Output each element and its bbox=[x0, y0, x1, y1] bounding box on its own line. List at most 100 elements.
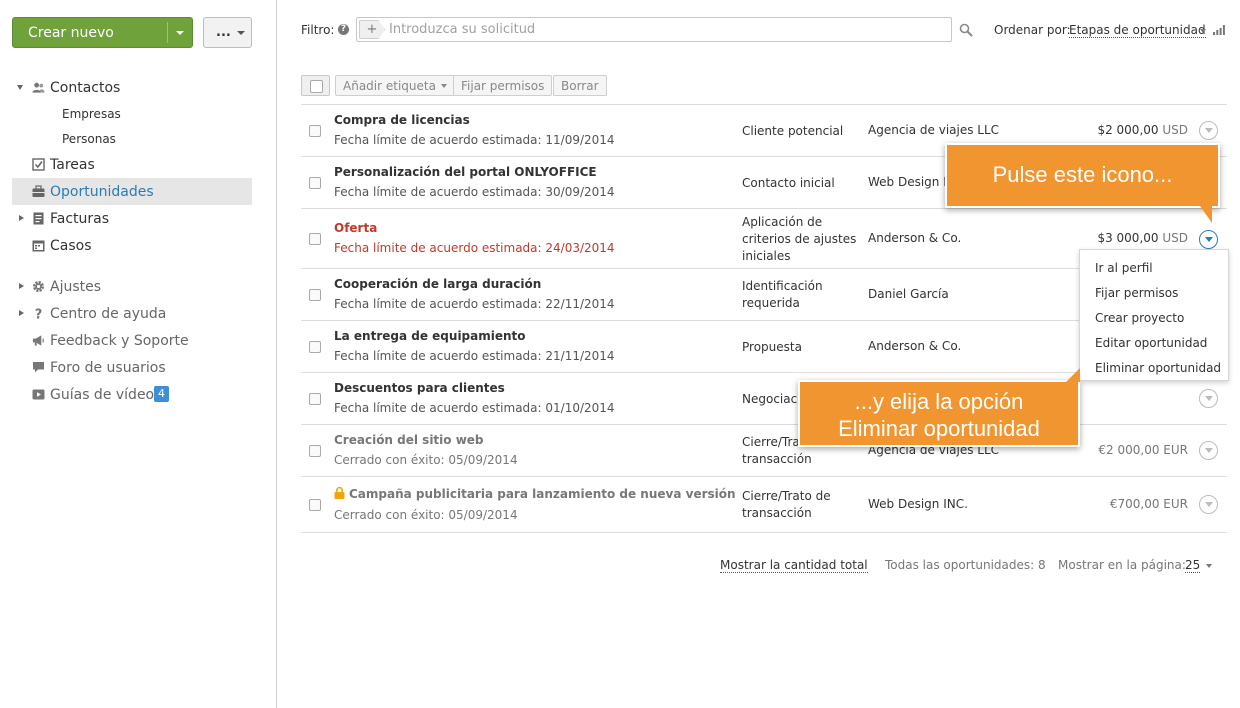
opportunity-stage: Cliente potencial bbox=[742, 124, 844, 138]
sort-order-icon[interactable] bbox=[1213, 25, 1225, 35]
select-all-checkbox[interactable] bbox=[301, 75, 330, 96]
search-input[interactable] bbox=[389, 21, 939, 38]
search-icon[interactable] bbox=[959, 23, 973, 37]
row-menu-icon[interactable] bbox=[1199, 495, 1218, 514]
expand-arrow-icon[interactable] bbox=[17, 85, 23, 90]
opportunity-contact[interactable]: Web Design INC. bbox=[868, 497, 968, 511]
sidebar-item-label: Foro de usuarios bbox=[50, 359, 166, 376]
expand-arrow-icon[interactable] bbox=[19, 310, 24, 316]
expand-arrow-icon[interactable] bbox=[19, 283, 24, 289]
row-checkbox[interactable] bbox=[309, 233, 321, 245]
delete-button[interactable]: Borrar bbox=[553, 75, 607, 96]
sidebar-item-oportunidades[interactable]: Oportunidades bbox=[12, 178, 252, 205]
tasks-icon bbox=[32, 158, 45, 171]
opportunity-deadline: Cerrado con éxito: 05/09/2014 bbox=[334, 453, 518, 467]
svg-text:?: ? bbox=[35, 308, 43, 321]
per-page-select[interactable]: 25 bbox=[1185, 558, 1201, 573]
opportunity-contact[interactable]: Web Design I bbox=[868, 175, 947, 189]
tutorial-callout-choose-option: ...y elija la opción Eliminar oportunida… bbox=[798, 368, 1080, 447]
opportunity-title[interactable]: Compra de licencias bbox=[334, 113, 470, 127]
opportunity-amount: €700,00 EUR bbox=[1109, 497, 1188, 511]
opportunity-title[interactable]: Creación del sitio web bbox=[334, 433, 484, 447]
expand-arrow-icon[interactable] bbox=[19, 215, 24, 221]
search-box: + bbox=[356, 17, 952, 42]
sidebar-item-feedback[interactable]: Feedback y Soporte bbox=[12, 327, 252, 354]
menu-item-editar-oportunidad[interactable]: Editar oportunidad bbox=[1080, 330, 1228, 355]
table-row[interactable]: Campaña publicitaria para lanzamiento de… bbox=[301, 477, 1227, 533]
opportunity-contact[interactable]: Anderson & Co. bbox=[868, 339, 961, 353]
sidebar-item-foro[interactable]: Foro de usuarios bbox=[12, 354, 252, 381]
opportunity-title[interactable]: Personalización del portal ONLYOFFICE bbox=[334, 165, 597, 179]
sidebar-item-contactos[interactable]: Contactos bbox=[12, 74, 252, 101]
opportunity-title[interactable]: Cooperación de larga duración bbox=[334, 277, 541, 291]
opportunity-title[interactable]: Campaña publicitaria para lanzamiento de… bbox=[334, 487, 736, 501]
opportunity-stage: Cierre/Trato de transacción bbox=[742, 489, 831, 520]
question-icon: ? bbox=[35, 308, 43, 321]
opportunity-amount: $3 000,00 USD bbox=[1097, 231, 1188, 245]
set-permissions-button[interactable]: Fijar permisos bbox=[453, 75, 553, 96]
menu-item-fijar-permisos[interactable]: Fijar permisos bbox=[1080, 280, 1228, 305]
sidebar-item-tareas[interactable]: Tareas bbox=[12, 151, 252, 178]
contacts-icon bbox=[32, 82, 45, 93]
opportunity-contact[interactable]: Anderson & Co. bbox=[868, 231, 961, 245]
sidebar-item-facturas[interactable]: Facturas bbox=[12, 205, 252, 232]
sidebar-item-label: Contactos bbox=[50, 79, 121, 96]
sidebar-item-label: Casos bbox=[50, 237, 92, 254]
row-checkbox[interactable] bbox=[309, 445, 321, 457]
sidebar-item-label: Centro de ayuda bbox=[50, 305, 167, 322]
row-menu-icon[interactable] bbox=[1199, 230, 1218, 249]
video-count-badge: 4 bbox=[154, 386, 169, 402]
sidebar-item-personas[interactable]: Personas bbox=[12, 126, 252, 151]
sidebar-item-label: Ajustes bbox=[50, 278, 102, 295]
row-checkbox[interactable] bbox=[309, 393, 321, 405]
add-filter-button[interactable]: + bbox=[359, 20, 385, 39]
total-count: Todas las oportunidades: 8 bbox=[885, 558, 1046, 572]
row-checkbox[interactable] bbox=[309, 499, 321, 511]
menu-item-ir-al-perfil[interactable]: Ir al perfil bbox=[1080, 255, 1228, 280]
row-menu-icon[interactable] bbox=[1199, 441, 1218, 460]
sort-label: Ordenar por: bbox=[994, 23, 1071, 37]
menu-item-eliminar-oportunidad[interactable]: Eliminar oportunidad bbox=[1080, 355, 1228, 380]
create-new-button[interactable]: Crear nuevo bbox=[12, 17, 193, 48]
chevron-down-icon[interactable] bbox=[176, 31, 184, 35]
per-page-label: Mostrar en la página: bbox=[1058, 558, 1186, 572]
table-row[interactable]: Creación del sitio web Cerrado con éxito… bbox=[301, 425, 1227, 477]
video-icon bbox=[32, 389, 45, 400]
opportunity-deadline: Fecha límite de acuerdo estimada: 30/09/… bbox=[334, 185, 615, 199]
opportunity-title[interactable]: Descuentos para clientes bbox=[334, 381, 505, 395]
menu-item-crear-proyecto[interactable]: Crear proyecto bbox=[1080, 305, 1228, 330]
more-actions-button[interactable]: ... bbox=[203, 17, 252, 48]
filter-label: Filtro: bbox=[301, 23, 335, 37]
sidebar-item-label: Feedback y Soporte bbox=[50, 332, 189, 349]
cases-icon bbox=[32, 240, 45, 252]
sidebar-item-empresas[interactable]: Empresas bbox=[12, 101, 252, 126]
sidebar-item-guias[interactable]: Guías de vídeo 4 bbox=[12, 381, 252, 408]
show-total-link[interactable]: Mostrar la cantidad total bbox=[720, 558, 868, 573]
opportunity-contact[interactable]: Agencia de viajes LLC bbox=[868, 123, 999, 137]
chevron-down-icon[interactable] bbox=[1206, 564, 1212, 568]
row-checkbox[interactable] bbox=[309, 177, 321, 189]
opportunity-deadline: Fecha límite de acuerdo estimada: 22/11/… bbox=[334, 297, 615, 311]
help-icon[interactable]: ? bbox=[338, 24, 349, 35]
row-checkbox[interactable] bbox=[309, 341, 321, 353]
sidebar-item-centro-ayuda[interactable]: ? Centro de ayuda bbox=[12, 300, 252, 327]
sidebar-item-ajustes[interactable]: Ajustes bbox=[12, 273, 252, 300]
opportunity-contact[interactable]: Daniel García bbox=[868, 287, 949, 301]
opportunity-title[interactable]: La entrega de equipamiento bbox=[334, 329, 526, 343]
row-menu-icon[interactable] bbox=[1199, 121, 1218, 140]
row-checkbox[interactable] bbox=[309, 289, 321, 301]
opportunity-title[interactable]: Oferta bbox=[334, 221, 377, 235]
opportunity-stage: Identificación requerida bbox=[742, 279, 823, 310]
row-checkbox[interactable] bbox=[309, 125, 321, 137]
add-tag-button[interactable]: Añadir etiqueta bbox=[335, 75, 455, 96]
chat-bubble-icon bbox=[33, 362, 44, 373]
sidebar-item-label: Oportunidades bbox=[50, 183, 154, 200]
sidebar-item-label: Facturas bbox=[50, 210, 110, 227]
row-menu-icon[interactable] bbox=[1199, 389, 1218, 408]
sidebar-item-casos[interactable]: Casos bbox=[12, 232, 252, 259]
briefcase-icon bbox=[32, 185, 45, 197]
opportunity-deadline: Fecha límite de acuerdo estimada: 01/10/… bbox=[334, 401, 615, 415]
chevron-down-icon bbox=[440, 83, 447, 88]
chevron-down-icon[interactable] bbox=[1200, 29, 1206, 33]
sort-select[interactable]: Etapas de oportunidad bbox=[1069, 23, 1206, 38]
